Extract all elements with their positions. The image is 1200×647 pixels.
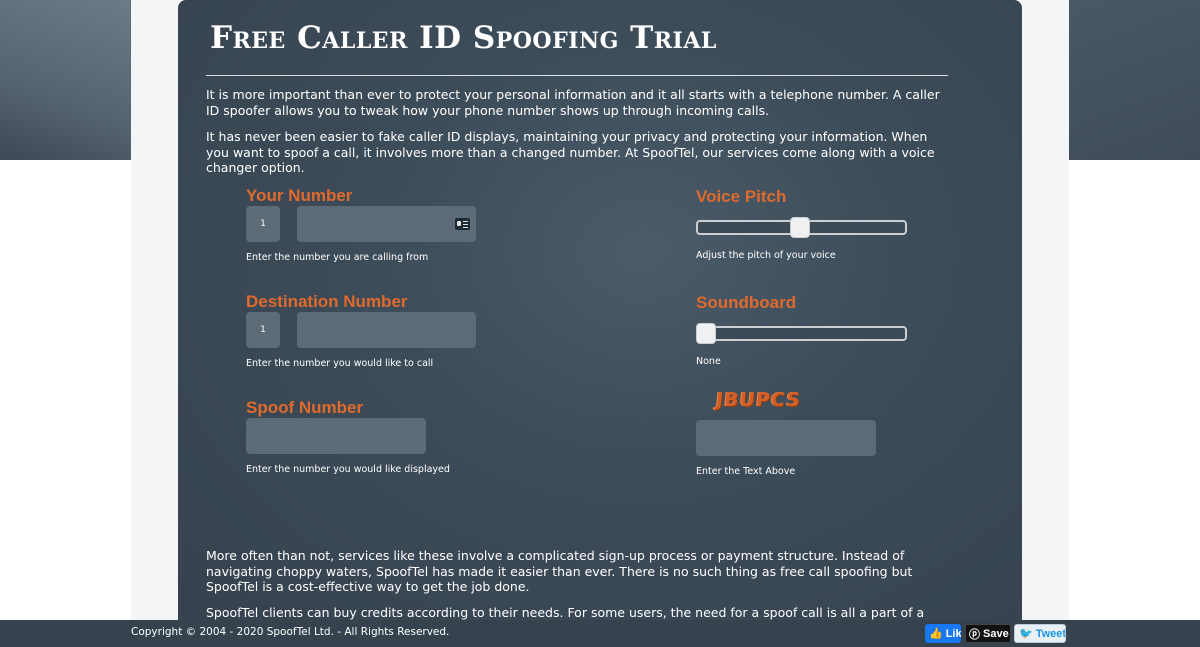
captcha-input[interactable] [696, 420, 876, 456]
captcha-help: Enter the Text Above [696, 466, 796, 477]
soundboard-slider-thumb[interactable] [696, 323, 716, 344]
title-divider [206, 75, 948, 76]
spoof-number-input[interactable] [246, 418, 426, 454]
voice-pitch-slider[interactable] [696, 217, 907, 238]
page-title: Free Caller ID Spoofing Trial [210, 20, 717, 56]
main-panel: Free Caller ID Spoofing Trial It is more… [178, 0, 1022, 625]
soundboard-help: None [696, 356, 721, 367]
your-number-country-code[interactable]: 1 [246, 206, 280, 242]
thumbs-up-icon: 👍 [929, 628, 943, 640]
pinterest-icon: ⓟ [969, 628, 980, 641]
copyright-text: Copyright © 2004 - 2020 SpoofTel Ltd. - … [131, 626, 450, 638]
voice-pitch-slider-thumb[interactable] [790, 217, 810, 238]
voice-pitch-label: Voice Pitch [696, 187, 787, 206]
spoof-number-label: Spoof Number [246, 398, 364, 417]
destination-number-country-code[interactable]: 1 [246, 312, 280, 348]
tweet-label: Tweet [1035, 627, 1066, 640]
pinterest-save-button[interactable]: ⓟ Save [965, 624, 1011, 643]
intro-paragraph-2: It has never been easier to fake caller … [206, 129, 935, 175]
your-number-input[interactable] [297, 206, 476, 242]
your-number-help: Enter the number you are calling from [246, 252, 429, 263]
your-number-field-wrapper [297, 206, 476, 242]
voice-pitch-help: Adjust the pitch of your voice [696, 250, 836, 261]
soundboard-slider[interactable] [696, 323, 907, 344]
soundboard-label: Soundboard [696, 293, 797, 312]
destination-number-input[interactable] [297, 312, 476, 348]
destination-number-label: Destination Number [246, 292, 408, 311]
spoof-number-help: Enter the number you would like displaye… [246, 464, 450, 475]
facebook-like-label: Lik [945, 627, 961, 640]
intro-paragraph-1: It is more important than ever to protec… [206, 87, 940, 118]
captcha-image: JBUPCS [714, 389, 803, 411]
destination-number-help: Enter the number you would like to call [246, 358, 434, 369]
pinterest-save-label: Save [983, 627, 1009, 640]
footer: Copyright © 2004 - 2020 SpoofTel Ltd. - … [0, 620, 1200, 647]
body-paragraph-1: More often than not, services like these… [206, 548, 913, 594]
facebook-like-button[interactable]: 👍 Lik [925, 624, 961, 643]
contact-card-icon[interactable] [455, 218, 470, 230]
your-number-label: Your Number [246, 186, 353, 205]
tweet-button[interactable]: 🐦 Tweet [1014, 624, 1066, 643]
twitter-bird-icon: 🐦 [1019, 628, 1033, 640]
